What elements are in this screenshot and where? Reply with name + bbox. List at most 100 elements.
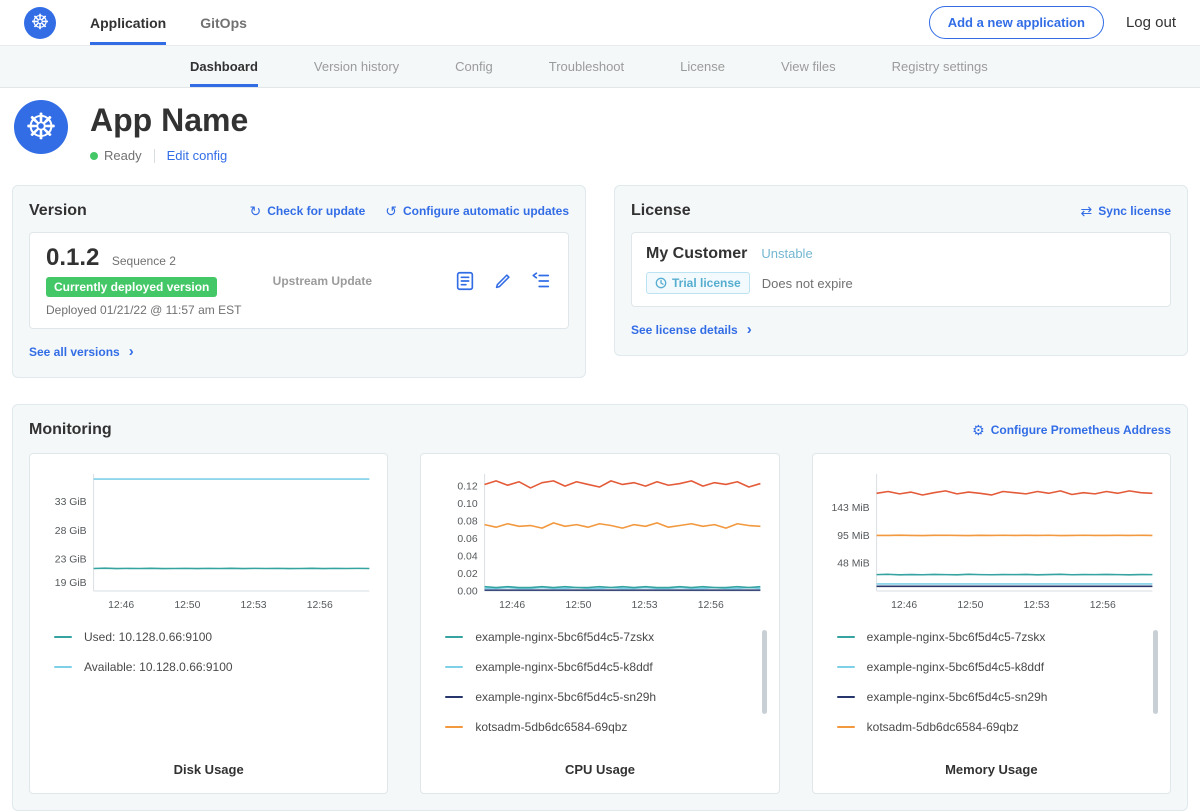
legend-scrollbar[interactable]	[762, 630, 767, 714]
check-for-update-link[interactable]: ↻ Check for update	[250, 204, 366, 218]
legend-item: kotsadm-5db6dc6584-69qbz	[445, 720, 752, 734]
legend-color-dash	[445, 696, 463, 698]
legend-item: example-nginx-5bc6f5d4c5-7zskx	[445, 630, 752, 644]
svg-text:12:50: 12:50	[957, 599, 983, 610]
refresh-icon: ↻	[250, 204, 262, 218]
status-dot	[90, 152, 98, 160]
version-number: 0.1.2	[46, 244, 99, 271]
app-status-text: Ready	[104, 148, 142, 163]
trial-license-badge: Trial license	[646, 272, 750, 294]
kubernetes-wheel-icon: ☸	[25, 109, 57, 145]
svg-text:12:46: 12:46	[891, 599, 917, 610]
chart-title: Memory Usage	[823, 750, 1160, 777]
configure-automatic-updates-link[interactable]: ↺ Configure automatic updates	[385, 204, 569, 218]
trial-license-label: Trial license	[672, 276, 741, 290]
legend-label: example-nginx-5bc6f5d4c5-sn29h	[475, 690, 656, 704]
tab-version-history[interactable]: Version history	[314, 46, 399, 87]
svg-text:0.02: 0.02	[458, 569, 478, 580]
see-all-versions-link[interactable]: See all versions ›	[29, 343, 134, 360]
sync-icon: ⇄	[1081, 204, 1093, 218]
logout-link[interactable]: Log out	[1126, 14, 1176, 31]
tab-dashboard[interactable]: Dashboard	[190, 46, 258, 87]
memory-usage-panel: 143 MiB95 MiB48 MiB12:4612:5012:5312:56 …	[812, 453, 1171, 795]
check-for-update-label: Check for update	[267, 204, 365, 218]
svg-text:0.00: 0.00	[458, 586, 478, 597]
svg-text:12:53: 12:53	[632, 599, 658, 610]
configure-prometheus-link[interactable]: ⚙ Configure Prometheus Address	[972, 423, 1171, 437]
legend-item: example-nginx-5bc6f5d4c5-k8ddf	[837, 660, 1144, 674]
configure-automatic-updates-label: Configure automatic updates	[403, 204, 569, 218]
svg-text:23 GiB: 23 GiB	[55, 554, 87, 565]
current-version-box: 0.1.2 Sequence 2 Currently deployed vers…	[29, 232, 569, 329]
legend-item: kotsadm-5db6dc6584-69qbz	[837, 720, 1144, 734]
topnav-right: Add a new application Log out	[929, 0, 1176, 45]
svg-text:12:53: 12:53	[241, 599, 267, 610]
legend-color-dash	[837, 636, 855, 638]
diff-icon[interactable]	[530, 270, 552, 292]
chart-title: Disk Usage	[40, 750, 377, 777]
gear-icon: ⚙	[972, 423, 985, 437]
legend-color-dash	[445, 666, 463, 668]
legend-color-dash	[445, 636, 463, 638]
tab-troubleshoot[interactable]: Troubleshoot	[549, 46, 624, 87]
add-application-button[interactable]: Add a new application	[929, 6, 1104, 39]
cpu-usage-chart: 0.120.100.080.060.040.020.0012:4612:5012…	[431, 466, 768, 617]
svg-text:0.04: 0.04	[458, 551, 478, 562]
release-notes-icon[interactable]	[454, 270, 476, 292]
version-card-title: Version	[29, 202, 87, 220]
disk-usage-chart: 33 GiB28 GiB23 GiB19 GiB12:4612:5012:531…	[40, 466, 377, 617]
legend-item: example-nginx-5bc6f5d4c5-k8ddf	[445, 660, 752, 674]
version-sequence: Sequence 2	[112, 254, 176, 268]
svg-text:0.12: 0.12	[458, 481, 478, 492]
tab-gitops[interactable]: GitOps	[200, 0, 247, 45]
legend-label: Used: 10.128.0.66:9100	[84, 630, 212, 644]
tab-application[interactable]: Application	[90, 0, 166, 45]
legend-item: Available: 10.128.0.66:9100	[54, 660, 361, 674]
see-all-versions-label: See all versions	[29, 345, 120, 359]
legend-scrollbar[interactable]	[1153, 630, 1158, 714]
legend-label: kotsadm-5db6dc6584-69qbz	[867, 720, 1019, 734]
svg-text:33 GiB: 33 GiB	[55, 497, 87, 508]
tab-license[interactable]: License	[680, 46, 725, 87]
legend-color-dash	[54, 636, 72, 638]
legend-label: kotsadm-5db6dc6584-69qbz	[475, 720, 627, 734]
license-channel: Unstable	[761, 246, 812, 261]
svg-text:0.06: 0.06	[458, 534, 478, 545]
memory-usage-legend: example-nginx-5bc6f5d4c5-7zskxexample-ng…	[823, 630, 1160, 750]
memory-usage-chart: 143 MiB95 MiB48 MiB12:4612:5012:5312:56	[823, 466, 1160, 617]
see-license-details-link[interactable]: See license details ›	[631, 321, 752, 338]
legend-item: example-nginx-5bc6f5d4c5-sn29h	[837, 690, 1144, 704]
legend-color-dash	[837, 666, 855, 668]
configure-prometheus-label: Configure Prometheus Address	[991, 423, 1171, 437]
app-subnav: Dashboard Version history Config Trouble…	[0, 46, 1200, 88]
app-status-row: Ready Edit config	[90, 148, 248, 163]
legend-color-dash	[837, 726, 855, 728]
svg-text:12:56: 12:56	[698, 599, 724, 610]
cpu-usage-legend: example-nginx-5bc6f5d4c5-7zskx example-ng…	[431, 630, 768, 750]
top-navigation: ☸ Application GitOps Add a new applicati…	[0, 0, 1200, 46]
legend-label: example-nginx-5bc6f5d4c5-k8ddf	[867, 660, 1044, 674]
topnav-tabs: Application GitOps	[90, 0, 247, 45]
monitoring-card: Monitoring ⚙ Configure Prometheus Addres…	[12, 404, 1188, 811]
license-card: License ⇄ Sync license My Customer Unsta…	[614, 185, 1188, 356]
svg-text:12:56: 12:56	[307, 599, 333, 610]
upstream-update-label: Upstream Update	[273, 274, 454, 288]
edit-config-icon[interactable]	[492, 270, 514, 292]
version-info: 0.1.2 Sequence 2 Currently deployed vers…	[46, 244, 273, 317]
version-actions	[454, 270, 552, 292]
chevron-right-icon: ›	[747, 321, 752, 338]
svg-text:143 MiB: 143 MiB	[831, 502, 869, 513]
tab-view-files[interactable]: View files	[781, 46, 836, 87]
disk-usage-panel: 33 GiB28 GiB23 GiB19 GiB12:4612:5012:531…	[29, 453, 388, 795]
svg-text:12:50: 12:50	[174, 599, 200, 610]
app-icon: ☸	[14, 100, 68, 154]
see-license-details-label: See license details	[631, 323, 738, 337]
tab-registry-settings[interactable]: Registry settings	[892, 46, 988, 87]
legend-color-dash	[837, 696, 855, 698]
tab-config[interactable]: Config	[455, 46, 493, 87]
edit-config-link[interactable]: Edit config	[167, 148, 228, 163]
sync-license-label: Sync license	[1098, 204, 1171, 218]
clock-icon	[655, 277, 667, 289]
app-header: ☸ App Name Ready Edit config	[0, 88, 1200, 177]
sync-license-link[interactable]: ⇄ Sync license	[1081, 204, 1171, 218]
